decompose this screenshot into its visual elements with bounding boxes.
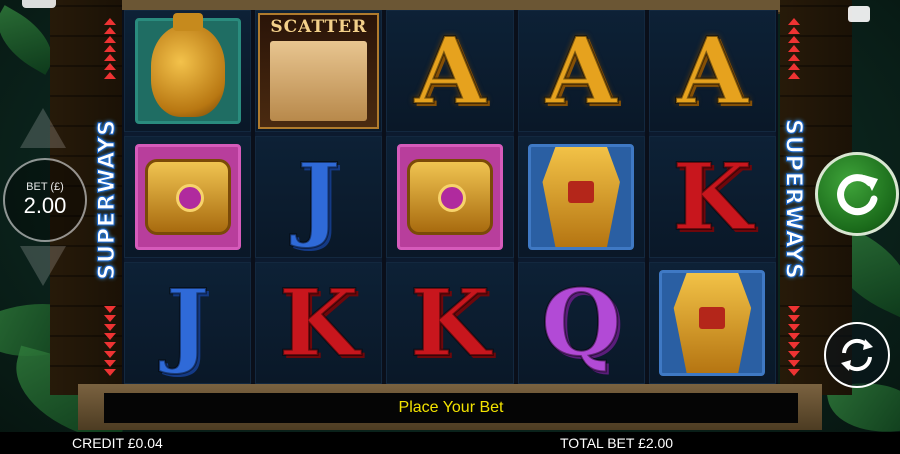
golden-cuff-icon (144, 159, 231, 235)
symbol-letter-k: K (278, 269, 360, 377)
reel-2: SCATTER J K (255, 10, 383, 384)
reel-grid: J SCATTER J K A K A Q A K (122, 10, 778, 384)
bet-increase-button[interactable] (20, 108, 66, 148)
total-bet-label: TOTAL BET (560, 435, 635, 451)
reel-3: AK (386, 10, 514, 384)
total-bet-display: TOTAL BET £2.00 (560, 435, 673, 451)
reel-5: AK (648, 10, 777, 384)
reel-symbol: K (648, 136, 777, 258)
reel-symbol (124, 136, 252, 258)
reel-symbol: A (517, 10, 645, 132)
reel-symbol: A (386, 10, 514, 132)
symbol-letter-q: Q (540, 269, 622, 377)
symbol-letter-j: J (165, 269, 211, 377)
message-bar: Place Your Bet (104, 393, 798, 423)
reel-symbol: J (124, 262, 252, 384)
reel-symbol: J (255, 136, 383, 258)
spin-arrow-icon (837, 174, 878, 216)
symbol-letter-k: K (409, 269, 491, 377)
reel-symbol: Q (517, 262, 645, 384)
golden-vase-icon (150, 13, 225, 117)
reel-1: J (124, 10, 252, 384)
reel-symbol: A (648, 10, 777, 132)
bet-decrease-button[interactable] (20, 246, 66, 286)
ways-indicator-left-top (102, 18, 118, 79)
sound-icon[interactable] (848, 6, 870, 22)
reel-symbol (124, 10, 252, 132)
ways-indicator-right-bottom (786, 306, 802, 376)
total-bet-value: £2.00 (638, 435, 674, 451)
symbol-letter-k: K (671, 143, 753, 251)
scatter-map-icon: SCATTER (258, 13, 380, 129)
superways-label-left: SUPERWAYS (94, 118, 120, 280)
reel-symbol (386, 136, 514, 258)
bet-display: BET (£) 2.00 (3, 158, 87, 242)
ways-indicator-right-top (786, 18, 802, 79)
reel-symbol (517, 136, 645, 258)
symbol-letter-a: A (413, 17, 486, 125)
reel-symbol: K (386, 262, 514, 384)
autoplay-button[interactable] (824, 322, 890, 388)
menu-button[interactable] (22, 0, 56, 8)
golden-cuff-icon (407, 159, 493, 235)
reel-symbol (648, 262, 777, 384)
credit-label: CREDIT (72, 435, 124, 451)
ways-indicator-left-bottom (102, 306, 118, 376)
credit-display: CREDIT £0.04 (72, 435, 163, 451)
message-text: Place Your Bet (398, 399, 504, 416)
superways-label-right: SUPERWAYS (780, 118, 806, 280)
bet-label: BET (£) (26, 181, 64, 193)
symbol-letter-j: J (296, 143, 342, 251)
reel-symbol: K (255, 262, 383, 384)
scatter-label: SCATTER (270, 17, 368, 37)
bet-value: 2.00 (23, 193, 67, 218)
symbol-letter-a: A (545, 17, 618, 125)
reel-symbol: SCATTER (255, 10, 383, 132)
reel-4: AQ (517, 10, 645, 384)
symbol-letter-a: A (676, 17, 749, 125)
spin-button[interactable] (815, 152, 899, 236)
credit-value: £0.04 (127, 435, 163, 451)
autoplay-icon (841, 338, 873, 372)
status-bar: CREDIT £0.04 TOTAL BET £2.00 (0, 432, 900, 454)
